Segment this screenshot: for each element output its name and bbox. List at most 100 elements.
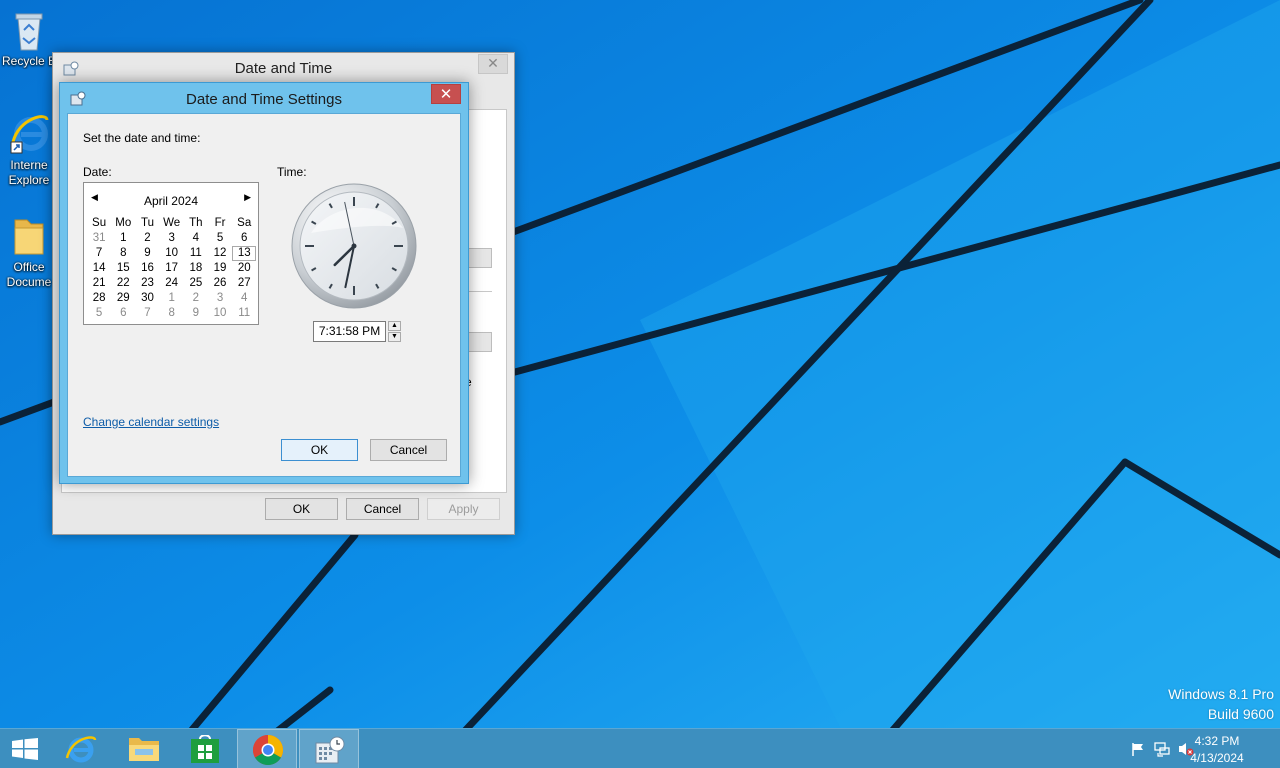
- calendar-day[interactable]: 27: [232, 276, 256, 291]
- calendar-day-other-month[interactable]: 4: [232, 291, 256, 306]
- calendar-day-other-month[interactable]: 3: [208, 291, 232, 306]
- internet-explorer-icon: [65, 736, 97, 763]
- date-label: Date:: [83, 165, 112, 179]
- calendar-week-row: 5 6 7 8 9 10 11: [87, 306, 257, 321]
- calendar-day-other-month[interactable]: 9: [184, 306, 208, 321]
- store-icon: [191, 735, 219, 763]
- recycle-bin-icon: [15, 13, 43, 51]
- calendar-day[interactable]: 24: [160, 276, 184, 291]
- windows-watermark: Windows 8.1 Pro Build 9600: [1168, 684, 1274, 724]
- ok-button[interactable]: OK: [281, 439, 358, 461]
- watermark-build: Build 9600: [1207, 706, 1274, 722]
- calendar-day[interactable]: 20: [232, 261, 256, 276]
- calendar-day[interactable]: 21: [87, 276, 111, 291]
- taskbar-chrome[interactable]: [237, 729, 297, 768]
- calendar-day[interactable]: 19: [208, 261, 232, 276]
- calendar-day-other-month[interactable]: 6: [111, 306, 135, 321]
- calendar-day[interactable]: 1: [111, 231, 135, 246]
- taskbar-clock-time[interactable]: 4:32 PM: [1182, 734, 1252, 748]
- calendar-day[interactable]: 11: [184, 246, 208, 261]
- calendar-day[interactable]: 2: [135, 231, 159, 246]
- calendar-day[interactable]: 3: [160, 231, 184, 246]
- desktop-icon-internet-explorer[interactable]: Interne Explore: [0, 112, 58, 188]
- folder-icon: [14, 219, 44, 255]
- calendar-month-label[interactable]: April 2024: [84, 194, 258, 208]
- outer-hidden-button[interactable]: [466, 248, 492, 268]
- weekday-header: Mo: [115, 217, 132, 229]
- taskbar-store[interactable]: [175, 729, 235, 768]
- calendar-day[interactable]: 15: [111, 261, 135, 276]
- calendar-grid: Su Mo Tu We Th Fr Sa 31 1 2 3 4 5 6 7 8 9 10 11 12 13 14 15 16 1…: [87, 216, 257, 321]
- outer-close-button[interactable]: ✕: [478, 54, 508, 74]
- weekday-header: Su: [92, 217, 107, 229]
- calendar-day[interactable]: 12: [208, 246, 232, 261]
- calendar-day[interactable]: 26: [208, 276, 232, 291]
- calendar-day[interactable]: 13: [232, 246, 257, 261]
- taskbar-date-time[interactable]: [299, 729, 359, 768]
- calendar-day[interactable]: 4: [184, 231, 208, 246]
- calendar-day[interactable]: 10: [160, 246, 184, 261]
- weekday-header: Th: [189, 217, 203, 229]
- dialog-title: Date and Time Settings: [186, 91, 342, 108]
- taskbar-clock-date[interactable]: 4/13/2024: [1182, 751, 1252, 765]
- next-month-icon[interactable]: ▶: [244, 192, 251, 203]
- taskbar-internet-explorer[interactable]: [50, 729, 110, 768]
- calendar-day-other-month[interactable]: 11: [232, 306, 256, 321]
- time-label: Time:: [277, 165, 307, 179]
- calendar-day[interactable]: 6: [232, 231, 256, 246]
- taskbar-file-explorer[interactable]: [113, 729, 173, 768]
- calendar-day[interactable]: 9: [135, 246, 159, 261]
- outer-titlebar[interactable]: Date and Time ✕: [53, 53, 514, 83]
- weekday-header: Sa: [237, 217, 252, 229]
- time-spinner[interactable]: ▲ ▼: [388, 321, 401, 342]
- month-calendar[interactable]: ◀ April 2024 ▶ Su Mo Tu We Th Fr Sa 31 1 2 3 4 5 6 7 8 9…: [83, 182, 259, 325]
- outer-window-title: Date and Time: [234, 60, 333, 77]
- outer-apply-button[interactable]: Apply: [427, 498, 500, 520]
- calendar-day-other-month[interactable]: 8: [160, 306, 184, 321]
- dialog-close-button[interactable]: ✕: [431, 84, 461, 104]
- calendar-day-other-month[interactable]: 31: [87, 231, 111, 246]
- date-and-time-settings-dialog: Date and Time Settings ✕ Set the date an…: [59, 82, 469, 484]
- time-input[interactable]: 7:31:58 PM: [313, 321, 386, 342]
- calendar-day-other-month[interactable]: 10: [208, 306, 232, 321]
- calendar-day[interactable]: 17: [160, 261, 184, 276]
- calendar-day-other-month[interactable]: 2: [184, 291, 208, 306]
- windows-logo-icon: [12, 738, 38, 760]
- calendar-day[interactable]: 14: [87, 261, 111, 276]
- outer-ok-button[interactable]: OK: [265, 498, 338, 520]
- outer-cancel-button[interactable]: Cancel: [346, 498, 419, 520]
- folder-icon: [129, 738, 159, 761]
- desktop-icon-office-documents[interactable]: Office Docume: [0, 214, 58, 290]
- calendar-day[interactable]: 16: [135, 261, 159, 276]
- calendar-day[interactable]: 29: [111, 291, 135, 306]
- outer-hidden-button[interactable]: [466, 332, 492, 352]
- calendar-week-row: 14 15 16 17 18 19 20: [87, 261, 257, 276]
- taskbar: 4:32 PM 4/13/2024: [0, 728, 1280, 768]
- calendar-day[interactable]: 7: [87, 246, 111, 261]
- calendar-day[interactable]: 22: [111, 276, 135, 291]
- calendar-day[interactable]: 25: [184, 276, 208, 291]
- calendar-day-other-month[interactable]: 1: [160, 291, 184, 306]
- calendar-day[interactable]: 5: [208, 231, 232, 246]
- network-icon[interactable]: [1154, 741, 1170, 757]
- spin-down-icon[interactable]: ▼: [388, 332, 401, 342]
- calendar-day[interactable]: 28: [87, 291, 111, 306]
- spin-up-icon[interactable]: ▲: [388, 321, 401, 331]
- desktop-icon-label-line1: Office: [13, 260, 45, 274]
- weekday-header: Tu: [140, 217, 154, 229]
- weekday-header: Fr: [214, 217, 226, 229]
- calendar-day-other-month[interactable]: 7: [135, 306, 159, 321]
- calendar-day-other-month[interactable]: 5: [87, 306, 111, 321]
- weekday-header-row: Su Mo Tu We Th Fr Sa: [87, 216, 257, 231]
- calendar-week-row: 31 1 2 3 4 5 6: [87, 231, 257, 246]
- chrome-icon: [252, 735, 284, 766]
- calendar-day[interactable]: 23: [135, 276, 159, 291]
- calendar-day[interactable]: 18: [184, 261, 208, 276]
- cancel-button[interactable]: Cancel: [370, 439, 447, 461]
- calendar-day[interactable]: 30: [135, 291, 159, 306]
- desktop-icon-recycle-bin[interactable]: Recycle B: [0, 8, 58, 69]
- calendar-day[interactable]: 8: [111, 246, 135, 261]
- action-center-flag-icon[interactable]: [1130, 741, 1146, 757]
- analog-clock: [291, 183, 417, 309]
- change-calendar-settings-link[interactable]: Change calendar settings: [83, 415, 219, 429]
